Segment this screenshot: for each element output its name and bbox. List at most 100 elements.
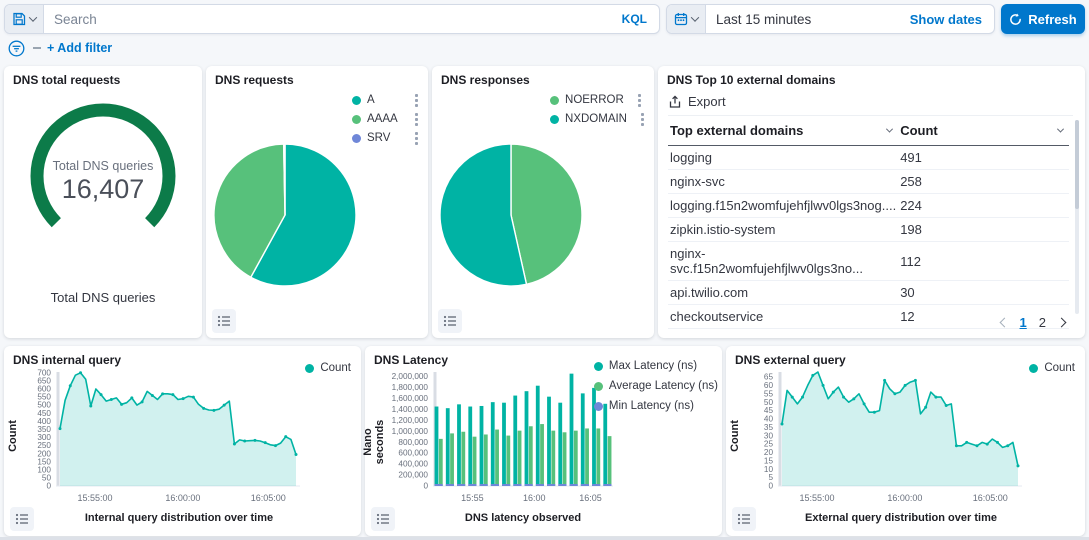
legend-item[interactable]: Max Latency (ns): [594, 360, 718, 372]
svg-text:25: 25: [764, 440, 774, 449]
svg-text:15: 15: [764, 456, 774, 465]
panel-dns-top-external-domains: DNS Top 10 external domains Export Top e…: [658, 66, 1085, 338]
svg-text:45: 45: [764, 406, 774, 415]
list-icon: [736, 511, 752, 527]
svg-text:1,600,000: 1,600,000: [392, 394, 429, 403]
svg-text:55: 55: [764, 389, 774, 398]
gauge-value: 16,407: [4, 174, 202, 205]
domain-cell: logging: [668, 146, 898, 170]
legend-item[interactable]: A: [352, 94, 420, 106]
x-axis-title: DNS latency observed: [431, 512, 615, 524]
export-button[interactable]: Export: [668, 94, 726, 109]
internal-query-legend: Count: [305, 362, 351, 382]
filter-icon[interactable]: [8, 40, 25, 57]
time-range-value[interactable]: Last 15 minutes: [706, 12, 910, 27]
calendar-icon: [674, 12, 688, 26]
legend-color-dot-icon: [550, 115, 559, 124]
page-2-button[interactable]: 2: [1039, 315, 1046, 330]
legend-item[interactable]: NOERROR: [550, 94, 646, 106]
panel-dns-requests: DNS requests AAAAASRV: [206, 66, 428, 338]
svg-text:200: 200: [37, 449, 51, 458]
x-axis-title: External query distribution over time: [778, 512, 1024, 524]
column-header-domains[interactable]: Top external domains: [668, 118, 898, 146]
add-filter-button[interactable]: + Add filter: [47, 41, 112, 55]
legend-item[interactable]: SRV: [352, 132, 420, 144]
domain-cell: zipkin.istio-system: [668, 218, 898, 242]
svg-text:20: 20: [764, 448, 774, 457]
kql-syntax-button[interactable]: KQL: [610, 12, 659, 26]
legend-item-menu-icon[interactable]: [415, 118, 418, 121]
legend-item[interactable]: Average Latency (ns): [594, 380, 718, 392]
list-icon: [216, 313, 232, 329]
svg-text:800,000: 800,000: [398, 438, 428, 447]
legend-toggle-button[interactable]: [732, 507, 756, 531]
panel-dns-total-requests: DNS total requests Total DNS queries 16,…: [4, 66, 202, 338]
panel-title: DNS Top 10 external domains: [667, 73, 836, 87]
legend-item[interactable]: AAAA: [352, 113, 420, 125]
legend-toggle-button[interactable]: [438, 309, 462, 333]
column-header-count[interactable]: Count: [898, 118, 1069, 146]
legend-item-label[interactable]: A: [367, 94, 401, 106]
show-dates-button[interactable]: Show dates: [910, 12, 994, 27]
svg-text:1,000,000: 1,000,000: [392, 427, 429, 436]
svg-text:16:05:00: 16:05:00: [251, 493, 286, 503]
legend-item-label[interactable]: Count: [1044, 362, 1075, 374]
svg-text:2,000,000: 2,000,000: [392, 372, 429, 381]
legend-toggle-button[interactable]: [371, 507, 395, 531]
domain-cell: api.twilio.com: [668, 281, 898, 305]
legend-item-label[interactable]: SRV: [367, 132, 401, 144]
external-query-legend: Count: [1029, 362, 1075, 382]
svg-text:16:05: 16:05: [579, 493, 602, 503]
svg-text:60: 60: [764, 381, 774, 390]
dns-requests-legend: AAAAASRV: [352, 94, 420, 151]
list-icon: [375, 511, 391, 527]
refresh-button[interactable]: Refresh: [1001, 4, 1085, 34]
export-icon: [668, 95, 682, 109]
legend-item[interactable]: Count: [305, 362, 351, 374]
search-input[interactable]: [44, 12, 610, 27]
legend-item-menu-icon[interactable]: [415, 137, 418, 140]
saved-query-menu-button[interactable]: [5, 5, 44, 33]
legend-item-menu-icon[interactable]: [638, 99, 641, 102]
svg-text:550: 550: [37, 393, 51, 402]
query-bar: KQL: [4, 4, 660, 34]
column-header-label: Count: [900, 123, 938, 138]
legend-item-label[interactable]: Count: [320, 362, 351, 374]
kibana-dns-dashboard: KQL Last 15 minutes Show dates Refresh: [0, 0, 1089, 540]
next-page-icon[interactable]: [1057, 318, 1067, 328]
legend-item-label[interactable]: AAAA: [367, 113, 401, 125]
legend-toggle-button[interactable]: [10, 507, 34, 531]
legend-item-label[interactable]: Average Latency (ns): [609, 380, 718, 392]
dns-requests-pie-chart: [210, 140, 360, 290]
svg-text:600: 600: [37, 385, 51, 394]
legend-item[interactable]: Min Latency (ns): [594, 400, 718, 412]
scrollbar-thumb[interactable]: [1075, 120, 1079, 209]
legend-item[interactable]: Count: [1029, 362, 1075, 374]
domain-cell: logging.f15n2womfujehfjlwv0lgs3nog....: [668, 194, 898, 218]
legend-toggle-button[interactable]: [212, 309, 236, 333]
sort-chevron-icon: [1057, 126, 1064, 133]
divider: [668, 115, 1073, 116]
legend-item-label[interactable]: NOERROR: [565, 94, 624, 106]
previous-page-icon[interactable]: [999, 318, 1009, 328]
count-cell: 224: [898, 194, 1069, 218]
svg-text:50: 50: [764, 398, 774, 407]
page-1-button[interactable]: 1: [1020, 315, 1027, 330]
table-pagination: 1 2: [1001, 315, 1065, 330]
svg-text:350: 350: [37, 425, 51, 434]
domain-cell: nginx-svc.f15n2womfujehfjlwv0lgs3no...: [668, 242, 898, 281]
svg-text:600,000: 600,000: [398, 449, 428, 458]
legend-color-dot-icon: [594, 402, 603, 411]
table-scrollbar[interactable]: [1075, 120, 1079, 314]
quick-select-menu-button[interactable]: [667, 5, 706, 33]
table-row: logging491: [668, 146, 1069, 170]
legend-item-label[interactable]: NXDOMAIN: [565, 113, 627, 125]
legend-item-label[interactable]: Max Latency (ns): [609, 360, 697, 372]
legend-item-menu-icon[interactable]: [415, 99, 418, 102]
legend-item[interactable]: NXDOMAIN: [550, 113, 646, 125]
svg-text:50: 50: [42, 474, 52, 483]
svg-text:1,200,000: 1,200,000: [392, 416, 429, 425]
legend-item-menu-icon[interactable]: [641, 118, 644, 121]
legend-item-label[interactable]: Min Latency (ns): [609, 400, 694, 412]
svg-text:15:55:00: 15:55:00: [800, 493, 835, 503]
